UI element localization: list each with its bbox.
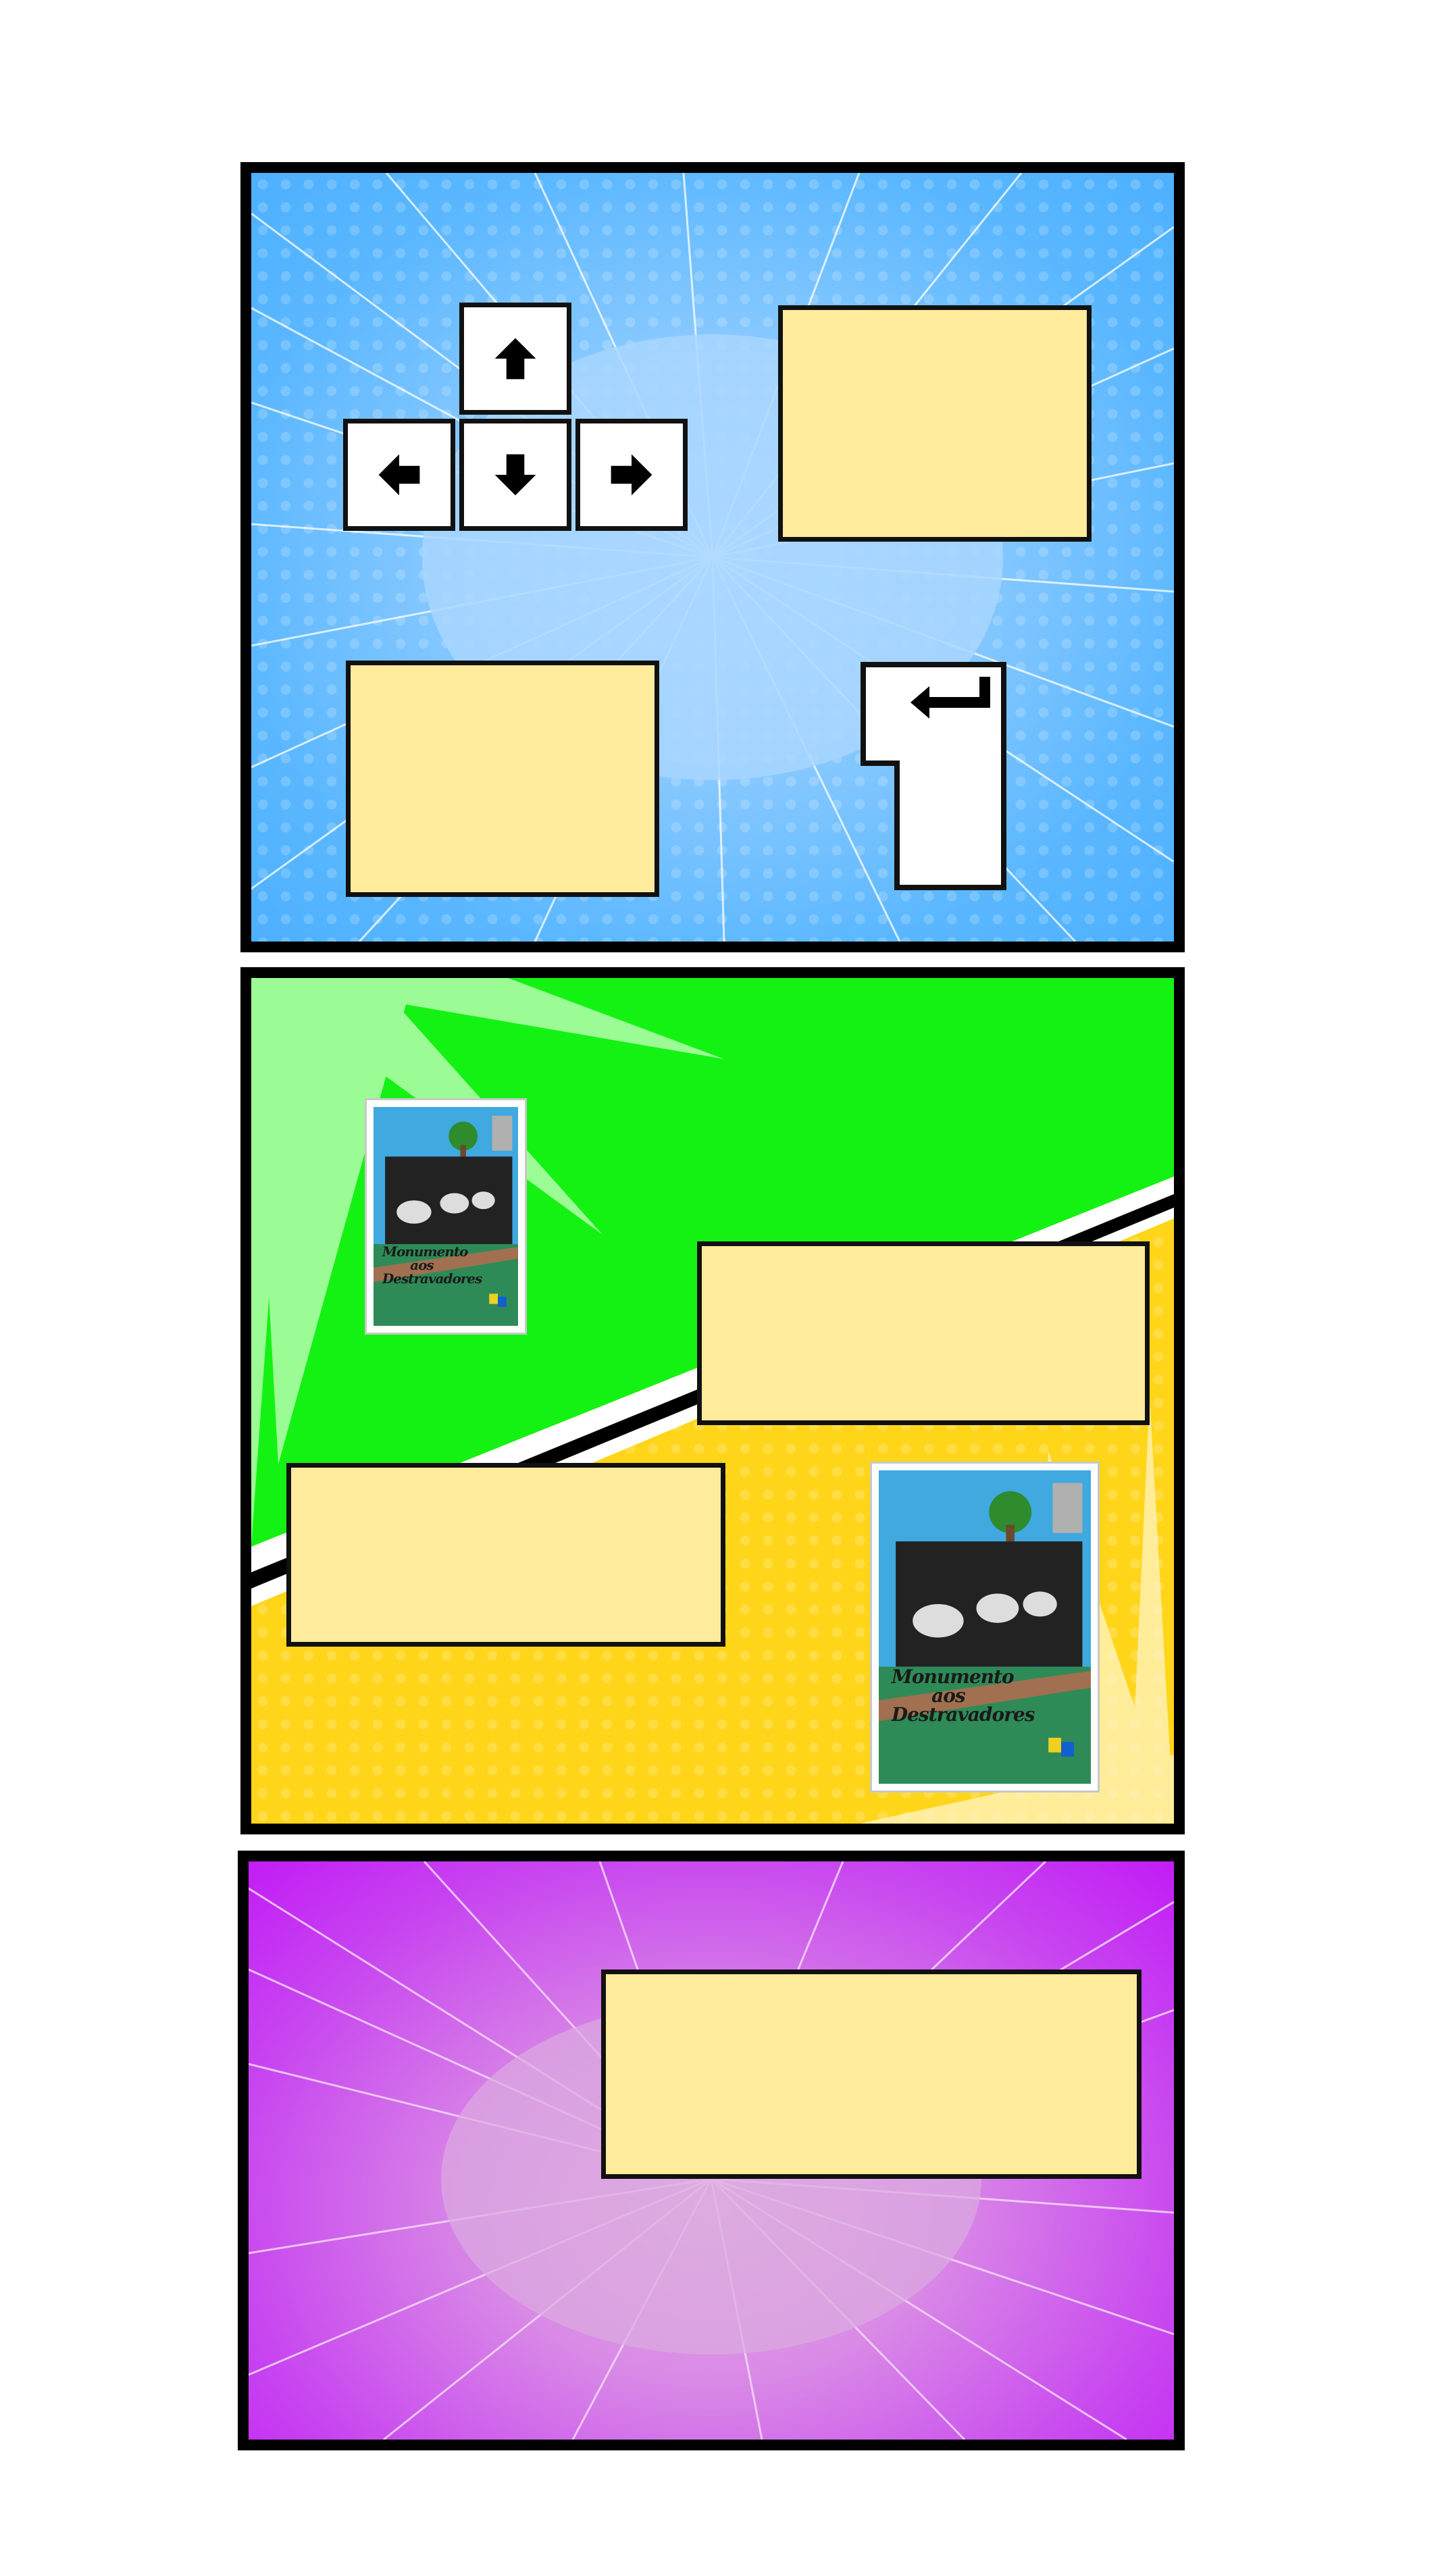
caption-box (697, 1241, 1150, 1425)
poster-illustration (879, 1470, 1091, 1784)
caption-box (346, 661, 659, 897)
poster-image: Monumento aos Destravadores (870, 1462, 1100, 1793)
arrow-up-key[interactable] (459, 303, 571, 415)
caption-box (601, 1969, 1142, 2179)
panel-final (238, 1851, 1185, 2450)
arrow-right-icon (611, 454, 652, 496)
enter-key[interactable] (859, 661, 1021, 894)
caption-box (286, 1463, 725, 1647)
arrow-left-key[interactable] (343, 419, 455, 531)
arrow-down-icon (494, 454, 536, 496)
arrow-left-icon (378, 454, 420, 496)
poster-title: Monumento aos Destravadores (891, 1666, 1035, 1726)
caption-box (778, 305, 1092, 542)
poster-title: Monumento aos Destravadores (382, 1243, 482, 1287)
panel-keyboard-controls (240, 162, 1185, 952)
arrow-right-key[interactable] (575, 419, 688, 531)
panel-poster-comparison: Monumento aos Destravadores Monumento ao… (240, 967, 1185, 1834)
arrow-up-icon (494, 338, 536, 380)
arrow-down-key[interactable] (459, 419, 571, 531)
poster-illustration (374, 1107, 518, 1326)
poster-image: Monumento aos Destravadores (365, 1098, 527, 1335)
